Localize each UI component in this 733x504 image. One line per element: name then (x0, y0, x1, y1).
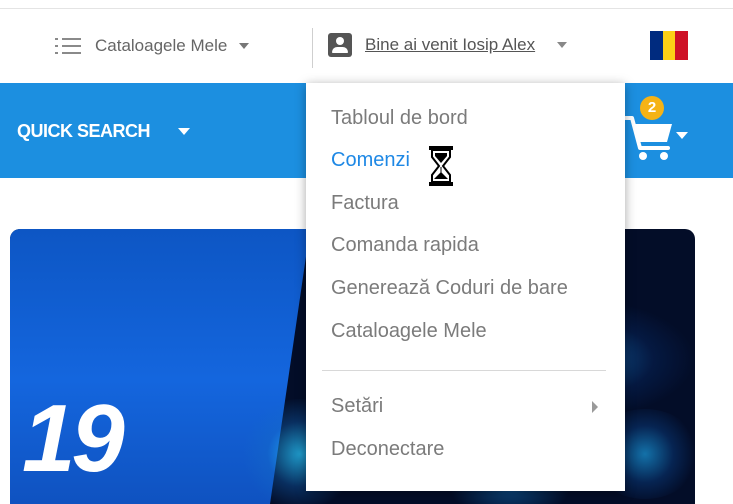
chevron-down-icon (178, 128, 191, 135)
hourglass-icon (429, 146, 453, 186)
menu-item-orders[interactable]: Comenzi (331, 149, 410, 172)
menu-item-invoice[interactable]: Factura (331, 192, 399, 215)
menu-item-settings[interactable]: Setări (331, 395, 383, 418)
menu-item-logout[interactable]: Deconectare (331, 438, 444, 461)
cart-count-badge: 2 (640, 96, 664, 120)
welcome-link[interactable]: Bine ai venit Iosip Alex (365, 35, 535, 55)
chevron-down-icon (557, 42, 568, 48)
chevron-right-icon (592, 401, 598, 413)
banner-number: 19 (22, 385, 125, 492)
user-icon (328, 33, 352, 57)
flag-stripe-red (675, 31, 689, 60)
user-account-dropdown[interactable]: Bine ai venit Iosip Alex (328, 33, 568, 57)
quick-search-dropdown[interactable]: QUICK SEARCH (17, 121, 191, 142)
quick-search-label: QUICK SEARCH (17, 121, 151, 141)
flag-stripe-yellow (662, 31, 676, 60)
chevron-down-icon (676, 132, 688, 139)
list-icon (55, 36, 81, 56)
flag-stripe-blue (650, 31, 663, 60)
menu-item-my-catalogs[interactable]: Cataloagele Mele (331, 320, 487, 343)
header-separator (312, 28, 313, 68)
menu-item-quick-order[interactable]: Comanda rapida (331, 234, 479, 257)
menu-item-dashboard[interactable]: Tabloul de bord (331, 107, 468, 130)
my-catalogs-dropdown[interactable]: Cataloagele Mele (55, 36, 250, 56)
menu-item-generate-barcodes[interactable]: Generează Coduri de bare (331, 277, 568, 300)
user-dropdown-menu: Tabloul de bord Comenzi Factura Comanda … (306, 83, 625, 491)
chevron-down-icon (239, 43, 250, 49)
cart-button[interactable]: 2 (620, 96, 690, 164)
my-catalogs-label: Cataloagele Mele (95, 36, 228, 55)
menu-divider (322, 370, 606, 371)
language-flag-icon[interactable] (650, 31, 689, 60)
